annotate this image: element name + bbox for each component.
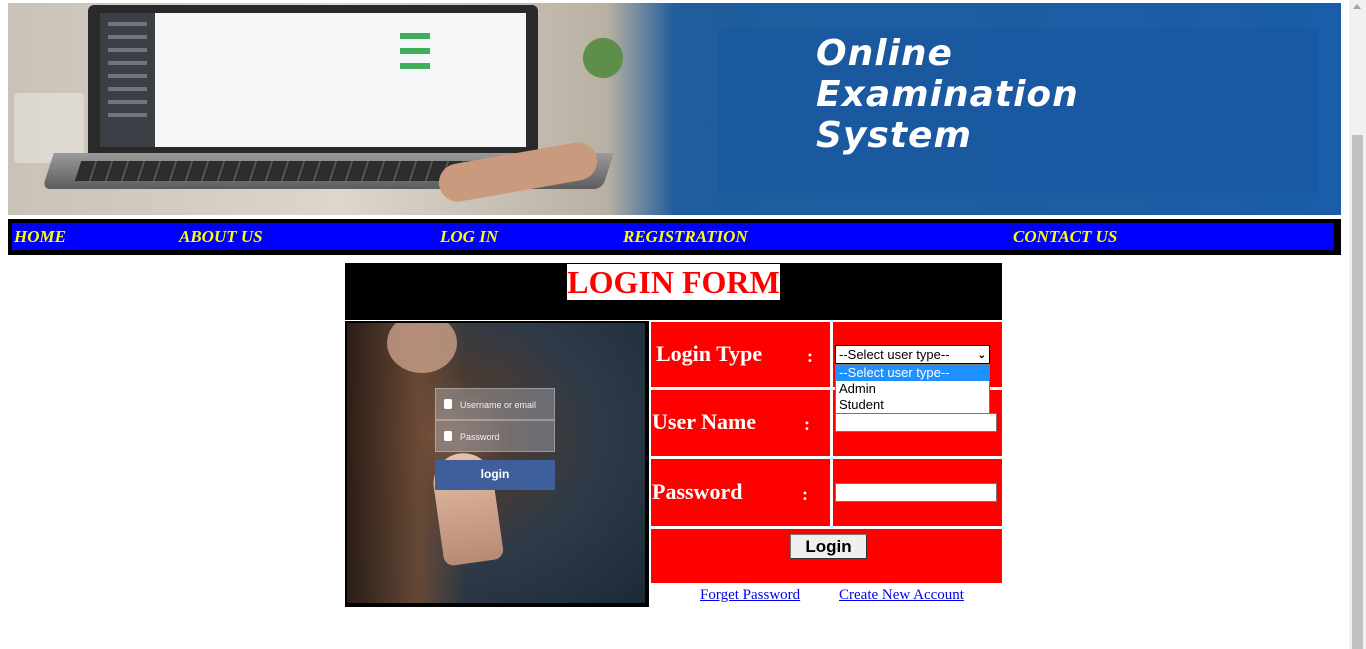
password-label: Password — [652, 479, 743, 504]
user-name-label: User Name — [652, 409, 757, 434]
banner-title-line: Examination — [816, 74, 1079, 115]
illustration-login-button: login — [435, 460, 555, 490]
password-input[interactable] — [835, 483, 997, 502]
laptop-screen-illustration — [88, 5, 538, 155]
banner-title-line: Online — [816, 33, 953, 74]
user-name-input[interactable] — [835, 413, 997, 432]
plant-illustration — [568, 23, 638, 93]
lock-icon — [444, 431, 452, 441]
illustration-password-field: Password — [435, 420, 555, 452]
nav-link-registration[interactable]: REGISTRATION — [623, 227, 748, 247]
user-type-option[interactable]: --Select user type-- — [836, 365, 989, 381]
login-illustration: Username or email Password login — [345, 321, 649, 607]
forget-password-link[interactable]: Forget Password — [700, 587, 800, 604]
header-banner: Online Examination System — [8, 3, 1341, 215]
page-title: LOGIN FORM — [567, 264, 780, 300]
nav-link-log-in[interactable]: LOG IN — [440, 227, 498, 247]
illustration-username-text: Username or email — [460, 400, 537, 410]
nav-link-home[interactable]: HOME — [14, 227, 66, 247]
banner-title: Online Examination System — [816, 33, 1256, 156]
nav-link-about-us[interactable]: ABOUT US — [179, 227, 263, 247]
scrollbar-thumb[interactable] — [1352, 135, 1363, 649]
nav-link-contact-us[interactable]: CONTACT US — [1013, 227, 1117, 247]
colon: : — [802, 484, 808, 504]
main-nav: HOME ABOUT US LOG IN REGISTRATION CONTAC… — [8, 219, 1341, 255]
user-type-dropdown: --Select user type-- Admin Student — [835, 364, 990, 415]
user-type-option[interactable]: Student — [836, 397, 989, 413]
illustration-username-field: Username or email — [435, 388, 555, 420]
login-button[interactable]: Login — [790, 534, 867, 559]
user-icon — [444, 399, 452, 409]
scroll-up-icon[interactable] — [1353, 4, 1361, 9]
user-type-select[interactable]: --Select user type-- ⌄ — [835, 345, 990, 364]
chevron-down-icon: ⌄ — [977, 350, 986, 361]
banner-title-line: System — [816, 115, 972, 156]
illustration-password-text: Password — [460, 432, 500, 442]
login-type-label: Login Type — [656, 341, 763, 366]
vertical-scrollbar[interactable] — [1349, 0, 1366, 649]
user-type-selected: --Select user type-- — [839, 347, 950, 362]
create-account-link[interactable]: Create New Account — [839, 587, 964, 604]
colon: : — [807, 346, 813, 366]
user-type-option[interactable]: Admin — [836, 381, 989, 397]
colon: : — [804, 414, 810, 434]
